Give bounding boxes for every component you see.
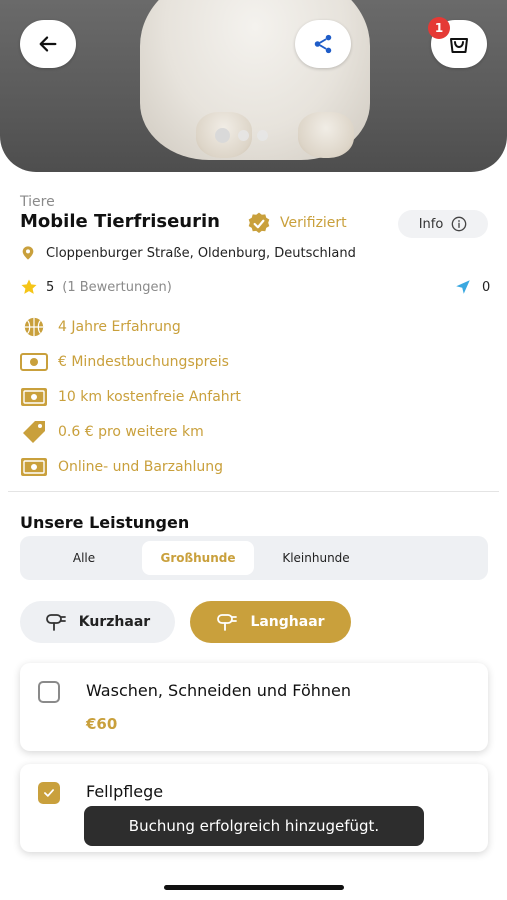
banknote-icon bbox=[20, 351, 48, 373]
basketball-icon bbox=[20, 316, 48, 338]
service-category-tabs: Alle Großhunde Kleinhunde bbox=[20, 536, 488, 580]
feature-text: 10 km kostenfreie Anfahrt bbox=[58, 389, 241, 405]
hair-dryer-icon bbox=[217, 614, 238, 631]
star-icon bbox=[21, 279, 37, 294]
feature-text: 4 Jahre Erfahrung bbox=[58, 319, 181, 335]
location-pin-icon bbox=[22, 246, 34, 260]
money-icon bbox=[20, 386, 48, 408]
verified-badge-icon bbox=[248, 212, 270, 233]
tab-alle[interactable]: Alle bbox=[40, 541, 128, 575]
rating-count: (1 Bewertungen) bbox=[62, 279, 172, 295]
feature-payment: Online- und Barzahlung bbox=[20, 456, 223, 478]
filter-langhaar-button[interactable]: Langhaar bbox=[190, 601, 351, 643]
cart-count-badge: 1 bbox=[428, 17, 450, 39]
filter-kurzhaar-button[interactable]: Kurzhaar bbox=[20, 601, 175, 643]
carousel-indicator[interactable] bbox=[215, 128, 268, 143]
service-card[interactable]: Waschen, Schneiden und Föhnen €60 bbox=[20, 663, 488, 751]
rating-value: 5 bbox=[46, 279, 55, 295]
feature-text: € Mindestbuchungspreis bbox=[58, 354, 229, 370]
back-button[interactable] bbox=[20, 20, 76, 68]
checkmark-icon bbox=[44, 789, 54, 797]
service-checkbox[interactable] bbox=[38, 681, 60, 703]
share-icon bbox=[314, 34, 332, 54]
distance-value: 0 bbox=[482, 279, 491, 295]
feature-experience: 4 Jahre Erfahrung bbox=[20, 316, 181, 338]
section-divider bbox=[8, 491, 499, 492]
price-tag-icon bbox=[20, 421, 48, 443]
category-label: Tiere bbox=[20, 194, 55, 210]
service-name: Fellpflege bbox=[86, 782, 164, 801]
address-row: Cloppenburger Straße, Oldenburg, Deutsch… bbox=[20, 244, 356, 262]
home-indicator[interactable] bbox=[164, 885, 344, 890]
info-icon bbox=[451, 216, 467, 232]
feature-text: 0.6 € pro weitere km bbox=[58, 424, 204, 440]
shopping-bag-icon bbox=[450, 38, 468, 53]
carousel-dot-1[interactable] bbox=[215, 128, 230, 143]
service-price: €60 bbox=[86, 715, 118, 733]
service-name: Waschen, Schneiden und Föhnen bbox=[86, 681, 351, 700]
filter-label: Kurzhaar bbox=[78, 614, 151, 630]
feature-free-travel: 10 km kostenfreie Anfahrt bbox=[20, 386, 241, 408]
distance-row: 0 bbox=[454, 278, 490, 296]
provider-title: Mobile Tierfriseurin bbox=[20, 211, 220, 232]
navigation-arrow-icon bbox=[456, 280, 470, 294]
rating-row[interactable]: 5 (1 Bewertungen) bbox=[20, 278, 172, 296]
hair-dryer-icon bbox=[45, 614, 66, 631]
feature-per-km: 0.6 € pro weitere km bbox=[20, 421, 204, 443]
feature-min-price: € Mindestbuchungspreis bbox=[20, 351, 229, 373]
filter-label: Langhaar bbox=[250, 614, 325, 630]
feature-text: Online- und Barzahlung bbox=[58, 459, 224, 475]
info-button[interactable]: Info bbox=[398, 210, 488, 238]
tab-kleinhunde[interactable]: Kleinhunde bbox=[260, 541, 372, 575]
toast-message: Buchung erfolgreich hinzugefügt. bbox=[84, 806, 424, 846]
verified-label: Verifiziert bbox=[280, 215, 347, 231]
service-checkbox[interactable] bbox=[38, 782, 60, 804]
cash-icon bbox=[20, 456, 48, 478]
carousel-dot-3[interactable] bbox=[257, 130, 268, 141]
carousel-dot-2[interactable] bbox=[238, 130, 249, 141]
info-label: Info bbox=[418, 216, 444, 232]
arrow-left-icon bbox=[39, 36, 57, 52]
address-text: Cloppenburger Straße, Oldenburg, Deutsch… bbox=[46, 245, 356, 261]
tab-grosshunde[interactable]: Großhunde bbox=[142, 541, 254, 575]
dog-paw-right bbox=[298, 112, 354, 158]
services-heading: Unsere Leistungen bbox=[20, 513, 190, 532]
share-button[interactable] bbox=[295, 20, 351, 68]
